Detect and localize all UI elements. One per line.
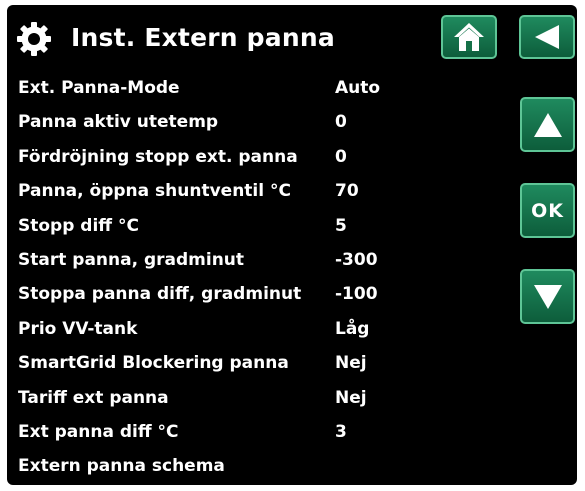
menu-item-value: Nej [335,353,367,374]
menu-item-label: Fördröjning stopp ext. panna [18,146,298,167]
menu-item-value: Låg [335,318,370,339]
back-arrow-icon [535,25,559,49]
gear-icon [17,22,51,56]
menu-item-ext-panna-diff[interactable]: Ext panna diff °C 3 [7,415,507,449]
settings-menu: Ext. Panna-Mode Auto Panna aktiv utetemp… [7,71,507,484]
menu-item-label: Ext panna diff °C [18,421,179,442]
header: Inst. Extern panna [7,5,577,69]
page-title: Inst. Extern panna [71,23,335,52]
menu-item-start-panna-gradminut[interactable]: Start panna, gradminut -300 [7,243,507,277]
menu-item-label: SmartGrid Blockering panna [18,353,289,374]
menu-item-label: Ext. Panna-Mode [18,78,180,98]
menu-item-value: -300 [335,249,378,270]
menu-item-smartgrid-blockering[interactable]: SmartGrid Blockering panna Nej [7,346,507,380]
menu-item-panna-aktiv-utetemp[interactable]: Panna aktiv utetemp 0 [7,105,507,139]
menu-item-oppna-shuntventil[interactable]: Panna, öppna shuntventil °C 70 [7,174,507,208]
menu-item-ext-panna-mode[interactable]: Ext. Panna-Mode Auto [7,71,507,105]
menu-item-value: Nej [335,387,367,408]
menu-item-label: Prio VV-tank [18,318,138,339]
menu-item-label: Extern panna schema [18,456,225,477]
home-icon [454,23,484,51]
menu-item-label: Stoppa panna diff, gradminut [18,284,302,305]
ok-button-label: OK [531,199,564,222]
menu-item-stoppa-panna-diff[interactable]: Stoppa panna diff, gradminut -100 [7,277,507,311]
menu-item-value: 70 [335,181,359,202]
menu-item-value: -100 [335,284,378,305]
arrow-down-icon [533,284,562,309]
scroll-down-button[interactable] [520,269,575,324]
menu-item-tariff-ext-panna[interactable]: Tariff ext panna Nej [7,381,507,415]
menu-item-fordrojning-stopp[interactable]: Fördröjning stopp ext. panna 0 [7,140,507,174]
menu-item-value: 3 [335,421,347,442]
home-button[interactable] [441,15,497,59]
menu-item-value: Auto [335,78,381,98]
menu-item-stopp-diff[interactable]: Stopp diff °C 5 [7,209,507,243]
menu-item-value: 5 [335,215,347,236]
menu-item-label: Stopp diff °C [18,215,139,236]
arrow-up-icon [533,112,562,137]
menu-item-label: Tariff ext panna [18,387,169,408]
ok-button[interactable]: OK [520,183,575,238]
menu-item-extern-panna-schema[interactable]: Extern panna schema [7,449,507,483]
menu-item-value: 0 [335,146,347,167]
menu-item-label: Start panna, gradminut [18,249,245,270]
back-button[interactable] [519,15,575,59]
menu-item-label: Panna aktiv utetemp [18,112,219,133]
scroll-up-button[interactable] [520,97,575,152]
menu-item-label: Panna, öppna shuntventil °C [18,181,291,202]
menu-item-prio-vv-tank[interactable]: Prio VV-tank Låg [7,312,507,346]
menu-item-value: 0 [335,112,347,133]
display-screen: Inst. Extern panna Ext. Panna-Mode Auto … [7,5,577,485]
